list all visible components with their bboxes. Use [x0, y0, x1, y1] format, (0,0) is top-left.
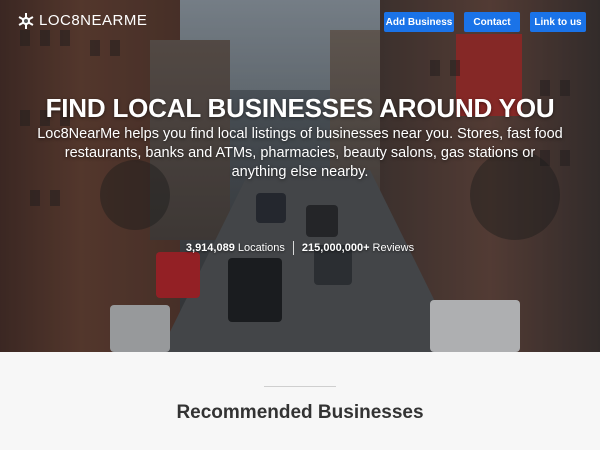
site-stats: 3,914,089 Locations 215,000,000+ Reviews [0, 241, 600, 255]
contact-button[interactable]: Contact [464, 12, 520, 32]
hero-section: LOC8NEARME Add Business Contact Link to … [0, 0, 600, 352]
header-nav: Add Business Contact Link to us [384, 12, 586, 32]
locations-count: 3,914,089 [185, 242, 235, 254]
site-logo[interactable]: LOC8NEARME [18, 12, 147, 29]
hero-subtitle: Loc8NearMe helps you find local listings… [37, 126, 563, 180]
reviews-label: Reviews [372, 242, 415, 254]
recommended-businesses-section: Recommended Businesses [0, 352, 600, 450]
link-to-us-button[interactable]: Link to us [530, 12, 586, 32]
compass-star-icon [18, 12, 34, 29]
locations-label: Locations [237, 242, 285, 254]
add-business-button[interactable]: Add Business [384, 12, 454, 32]
stats-divider [292, 241, 294, 255]
section-heading: Recommended Businesses [176, 402, 424, 423]
section-divider [264, 386, 336, 387]
logo-text: LOC8NEARME [39, 12, 148, 29]
top-navigation-bar: LOC8NEARME Add Business Contact Link to … [0, 0, 600, 44]
hero-title: FIND LOCAL BUSINESSES AROUND YOU [45, 93, 555, 123]
reviews-count: 215,000,000+ [301, 242, 370, 254]
